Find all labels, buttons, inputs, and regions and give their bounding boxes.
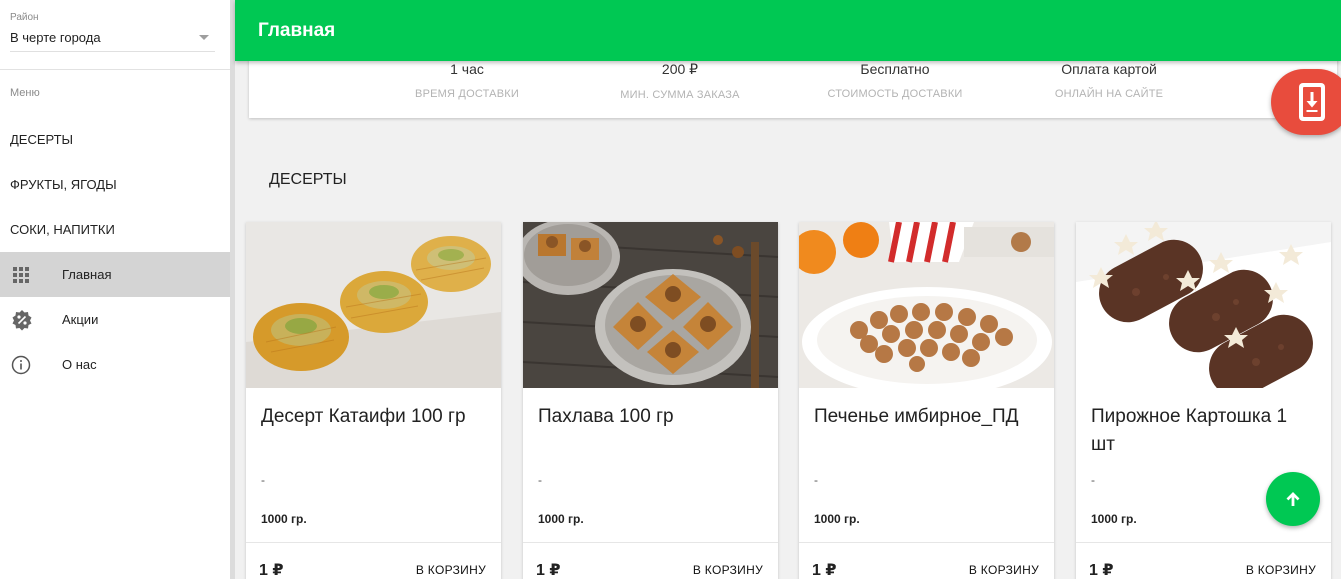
info-caption: СТОИМОСТЬ ДОСТАВКИ <box>827 88 963 100</box>
product-price: 1 ₽ <box>812 562 837 579</box>
sidebar-scrollbar[interactable] <box>230 0 235 579</box>
sidebar-item-home[interactable]: Главная <box>0 252 230 297</box>
product-card[interactable]: Печенье имбирное_ПД - 1000 гр. 1 ₽ В КОР… <box>799 222 1054 579</box>
sidebar: Район В черте города Меню ДЕСЕРТЫ ФРУКТЫ… <box>0 0 230 579</box>
add-to-cart-button[interactable]: В КОРЗИНУ <box>416 563 486 577</box>
chevron-down-icon <box>199 35 209 40</box>
payment-method: Оплата картой ОНЛАЙН НА САЙТЕ <box>1019 61 1199 100</box>
product-price: 1 ₽ <box>259 562 284 579</box>
grid-icon <box>0 265 62 285</box>
district-dropdown[interactable]: В черте города <box>10 30 215 52</box>
page-title: Главная <box>258 20 336 41</box>
delivery-cost: Бесплатно СТОИМОСТЬ ДОСТАВКИ <box>805 61 985 100</box>
product-card[interactable]: Пахлава 100 гр - 1000 гр. 1 ₽ В КОРЗИНУ <box>523 222 778 579</box>
product-name[interactable]: Печенье имбирное_ПД <box>799 388 1054 473</box>
card-footer: 1 ₽ В КОРЗИНУ <box>799 542 1054 579</box>
scroll-to-top-button[interactable] <box>1266 472 1320 526</box>
info-value: Бесплатно <box>860 61 930 77</box>
info-caption: ОНЛАЙН НА САЙТЕ <box>1054 88 1164 100</box>
discount-badge-icon <box>0 309 62 331</box>
product-description: - <box>261 473 265 487</box>
info-value: 1 час <box>450 61 484 77</box>
product-card[interactable]: Десерт Катаифи 100 гр - 1000 гр. 1 ₽ В К… <box>246 222 501 579</box>
product-price: 1 ₽ <box>536 562 561 579</box>
sidebar-category-fruits[interactable]: ФРУКТЫ, ЯГОДЫ <box>0 162 230 207</box>
product-name[interactable]: Пахлава 100 гр <box>523 388 778 473</box>
sidebar-category-desserts[interactable]: ДЕСЕРТЫ <box>0 117 230 162</box>
sidebar-item-about[interactable]: О нас <box>0 342 230 387</box>
info-caption: МИН. СУММА ЗАКАЗА <box>620 89 740 101</box>
add-to-cart-button[interactable]: В КОРЗИНУ <box>1246 563 1316 577</box>
phone-download-icon <box>1299 83 1325 121</box>
arrow-up-icon <box>1286 492 1300 506</box>
product-weight: 1000 гр. <box>814 512 860 526</box>
product-price: 1 ₽ <box>1089 562 1114 579</box>
sidebar-item-label: Главная <box>62 267 112 282</box>
info-icon <box>0 355 62 375</box>
sidebar-item-label: О нас <box>62 357 97 372</box>
product-name[interactable]: Пирожное Картошка 1 шт <box>1076 388 1331 473</box>
sidebar-category-juices[interactable]: СОКИ, НАПИТКИ <box>0 207 230 252</box>
add-to-cart-button[interactable]: В КОРЗИНУ <box>693 563 763 577</box>
add-to-cart-button[interactable]: В КОРЗИНУ <box>969 563 1039 577</box>
product-image-kartoshka[interactable] <box>1076 222 1331 388</box>
menu-label: Меню <box>10 87 40 99</box>
product-weight: 1000 гр. <box>261 512 307 526</box>
min-order-sum: 200 ₽ МИН. СУММА ЗАКАЗА <box>590 61 770 101</box>
product-description: - <box>814 473 818 487</box>
district-label: Район <box>10 12 39 23</box>
card-footer: 1 ₽ В КОРЗИНУ <box>523 542 778 579</box>
card-footer: 1 ₽ В КОРЗИНУ <box>1076 542 1331 579</box>
product-name[interactable]: Десерт Катаифи 100 гр <box>246 388 501 473</box>
card-footer: 1 ₽ В КОРЗИНУ <box>246 542 501 579</box>
product-image-gingerbread[interactable] <box>799 222 1054 388</box>
product-description: - <box>538 473 542 487</box>
district-selector: Район В черте города <box>0 0 230 70</box>
district-value: В черте города <box>10 30 101 45</box>
sidebar-item-promotions[interactable]: Акции <box>0 297 230 342</box>
delivery-time: 1 час ВРЕМЯ ДОСТАВКИ <box>377 61 557 100</box>
download-app-button[interactable] <box>1271 69 1341 135</box>
top-app-bar: Главная <box>235 0 1341 61</box>
info-caption: ВРЕМЯ ДОСТАВКИ <box>415 88 519 100</box>
section-title: ДЕСЕРТЫ <box>269 171 347 188</box>
sidebar-item-label: Акции <box>62 312 99 327</box>
product-weight: 1000 гр. <box>538 512 584 526</box>
product-image-kataifi[interactable] <box>246 222 501 388</box>
product-weight: 1000 гр. <box>1091 512 1137 526</box>
product-image-baklava[interactable] <box>523 222 778 388</box>
info-value: Оплата картой <box>1061 61 1157 77</box>
info-value: 200 ₽ <box>661 61 699 77</box>
